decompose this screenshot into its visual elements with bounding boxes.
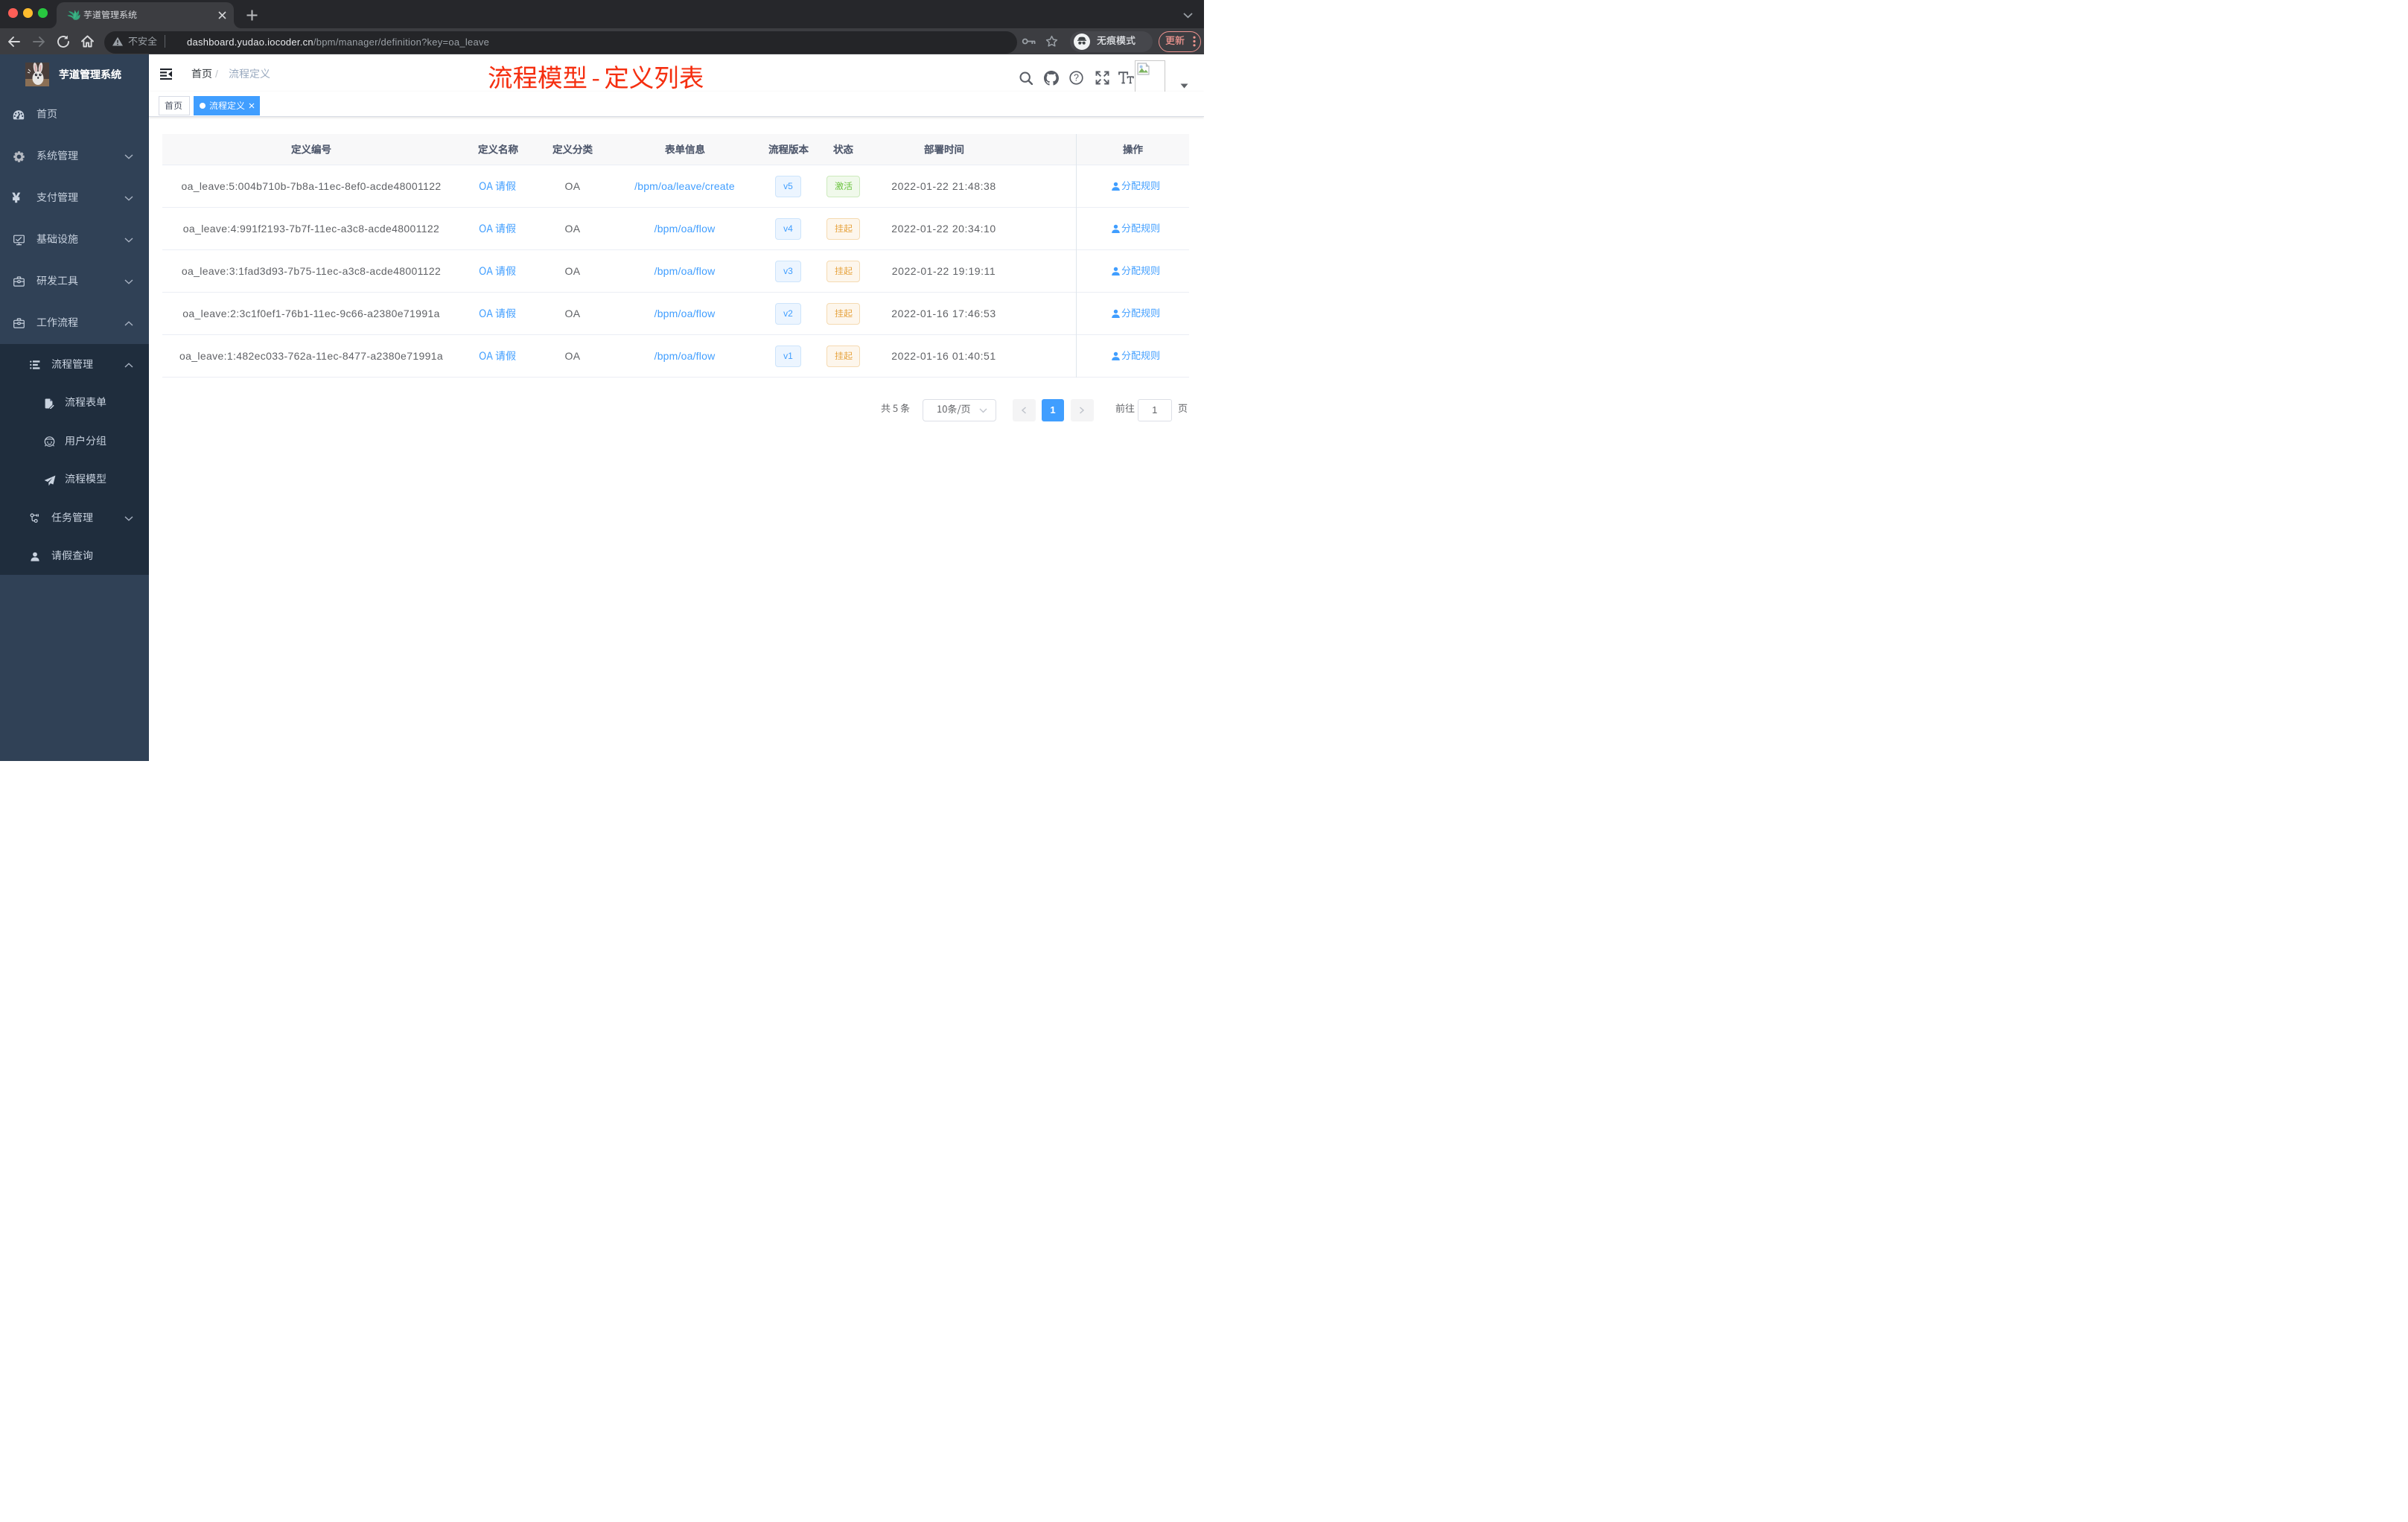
svg-text:?: ?	[1074, 73, 1079, 83]
